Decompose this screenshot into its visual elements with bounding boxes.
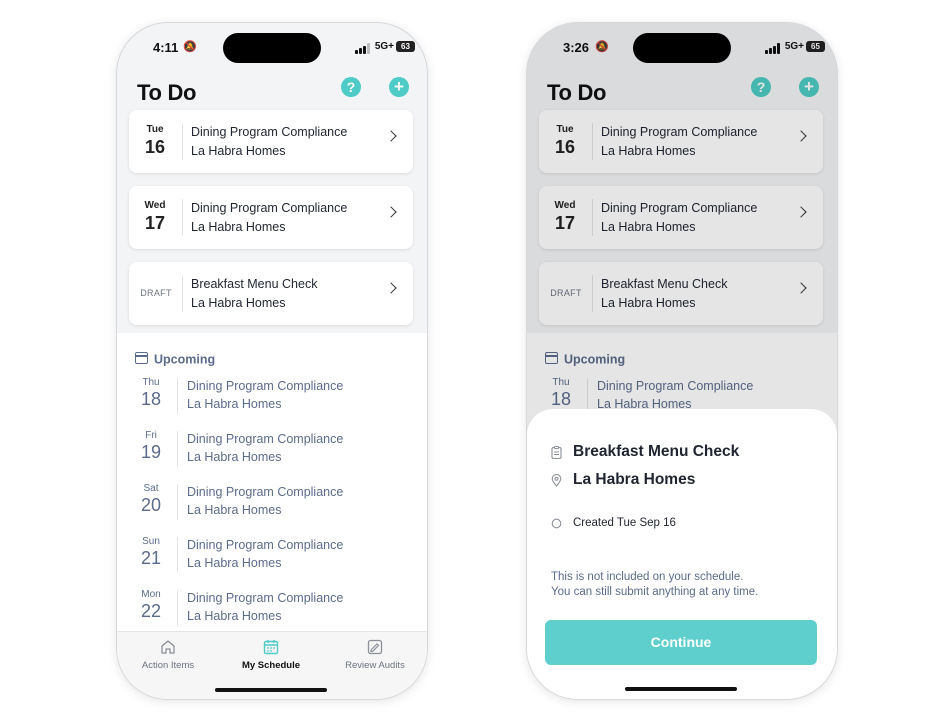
bottom-sheet: Breakfast Menu Check La Habra Homes Crea… xyxy=(527,409,837,699)
card-day: 17 xyxy=(144,213,166,233)
item-weekday: Fri xyxy=(145,430,157,441)
home-indicator[interactable] xyxy=(215,688,327,692)
upcoming-item[interactable]: Thu 18 Dining Program Compliance La Habr… xyxy=(135,377,405,421)
tab-label: Review Audits xyxy=(345,660,405,671)
dynamic-island xyxy=(223,33,321,63)
todo-card[interactable]: DRAFT Breakfast Menu Check La Habra Home… xyxy=(129,262,413,325)
plus-icon[interactable]: + xyxy=(389,77,409,97)
divider xyxy=(177,431,178,467)
silent-bell-icon: 🔕 xyxy=(183,41,197,53)
review-icon xyxy=(367,639,383,655)
chevron-right-icon xyxy=(385,282,397,294)
item-location: La Habra Homes xyxy=(187,397,282,411)
tab-review-audits[interactable]: Review Audits xyxy=(325,638,425,671)
divider xyxy=(182,199,183,236)
card-title: Breakfast Menu Check xyxy=(191,277,318,291)
divider xyxy=(177,484,178,520)
chevron-right-icon xyxy=(385,130,397,142)
upcoming-item[interactable]: Sun 21 Dining Program Compliance La Habr… xyxy=(135,536,405,580)
sheet-title: Breakfast Menu Check xyxy=(573,443,740,460)
item-day: 19 xyxy=(140,442,162,462)
calendar-icon xyxy=(263,640,279,655)
note-line-1: This is not included on your schedule. xyxy=(551,571,744,583)
item-day: 22 xyxy=(140,601,162,621)
item-title: Dining Program Compliance xyxy=(187,591,344,605)
card-day: 16 xyxy=(144,137,166,157)
divider xyxy=(177,378,178,414)
item-weekday: Sat xyxy=(143,483,159,494)
clipboard-icon xyxy=(551,446,562,459)
item-day: 18 xyxy=(140,389,162,409)
upcoming-item[interactable]: Sat 20 Dining Program Compliance La Habr… xyxy=(135,483,405,527)
draft-badge: DRAFT xyxy=(140,288,172,298)
tab-label: My Schedule xyxy=(241,660,301,671)
upcoming-heading: Upcoming xyxy=(135,352,215,367)
item-location: La Habra Homes xyxy=(187,450,282,464)
item-location: La Habra Homes xyxy=(187,609,282,623)
item-weekday: Mon xyxy=(141,589,161,600)
phone-right: 3:26 🔕 5G+ 65 To Do ? + Tue 16 Dining Pr… xyxy=(526,22,838,700)
item-day: 21 xyxy=(140,548,162,568)
item-weekday: Thu xyxy=(142,377,160,388)
card-title: Dining Program Compliance xyxy=(191,125,348,139)
card-weekday: Tue xyxy=(146,124,164,135)
tab-my-schedule[interactable]: My Schedule xyxy=(221,638,321,671)
divider xyxy=(177,590,178,626)
location-pin-icon xyxy=(551,474,562,487)
chevron-right-icon xyxy=(385,206,397,218)
continue-button[interactable]: Continue xyxy=(545,620,817,665)
item-title: Dining Program Compliance xyxy=(187,538,344,552)
network-label: 5G+ xyxy=(374,41,394,52)
header: To Do ? + xyxy=(117,75,427,115)
circle-icon xyxy=(551,518,562,529)
tab-bar: Action Items My Schedule Review Audits xyxy=(117,631,427,699)
card-title: Dining Program Compliance xyxy=(191,201,348,215)
signal-icon xyxy=(355,43,370,54)
card-location: La Habra Homes xyxy=(191,220,286,234)
schedule-note: This is not included on your schedule. Y… xyxy=(551,570,827,600)
upcoming-item[interactable]: Mon 22 Dining Program Compliance La Habr… xyxy=(135,589,405,633)
item-weekday: Sun xyxy=(142,536,160,547)
created-date: Created Tue Sep 16 xyxy=(573,517,676,529)
divider xyxy=(182,123,183,160)
help-icon[interactable]: ? xyxy=(341,77,361,97)
phone-left: 4:11 🔕 5G+ 63 To Do ? + Tue 16 Dining Pr… xyxy=(116,22,428,700)
item-location: La Habra Homes xyxy=(187,556,282,570)
item-title: Dining Program Compliance xyxy=(187,485,344,499)
card-weekday: Wed xyxy=(144,200,166,211)
tab-action-items[interactable]: Action Items xyxy=(118,638,218,671)
home-icon xyxy=(161,640,175,654)
battery-icon: 63 xyxy=(396,41,415,52)
tab-label: Action Items xyxy=(141,660,195,671)
status-time: 4:11 xyxy=(153,40,179,55)
upcoming-label: Upcoming xyxy=(154,352,216,367)
divider xyxy=(177,537,178,573)
item-location: La Habra Homes xyxy=(187,503,282,517)
divider xyxy=(182,275,183,312)
status-bar: 4:11 🔕 5G+ 63 xyxy=(117,23,427,71)
note-line-2: You can still submit anything at any tim… xyxy=(551,586,759,598)
todo-card[interactable]: Wed 17 Dining Program Compliance La Habr… xyxy=(129,186,413,249)
upcoming-item[interactable]: Fri 19 Dining Program Compliance La Habr… xyxy=(135,430,405,474)
sheet-location: La Habra Homes xyxy=(573,471,696,488)
card-location: La Habra Homes xyxy=(191,296,286,310)
page-title: To Do xyxy=(137,80,197,105)
card-location: La Habra Homes xyxy=(191,144,286,158)
item-title: Dining Program Compliance xyxy=(187,432,344,446)
todo-card[interactable]: Tue 16 Dining Program Compliance La Habr… xyxy=(129,110,413,173)
calendar-icon xyxy=(135,352,148,364)
item-title: Dining Program Compliance xyxy=(187,379,344,393)
home-indicator[interactable] xyxy=(625,687,737,691)
item-day: 20 xyxy=(140,495,162,515)
